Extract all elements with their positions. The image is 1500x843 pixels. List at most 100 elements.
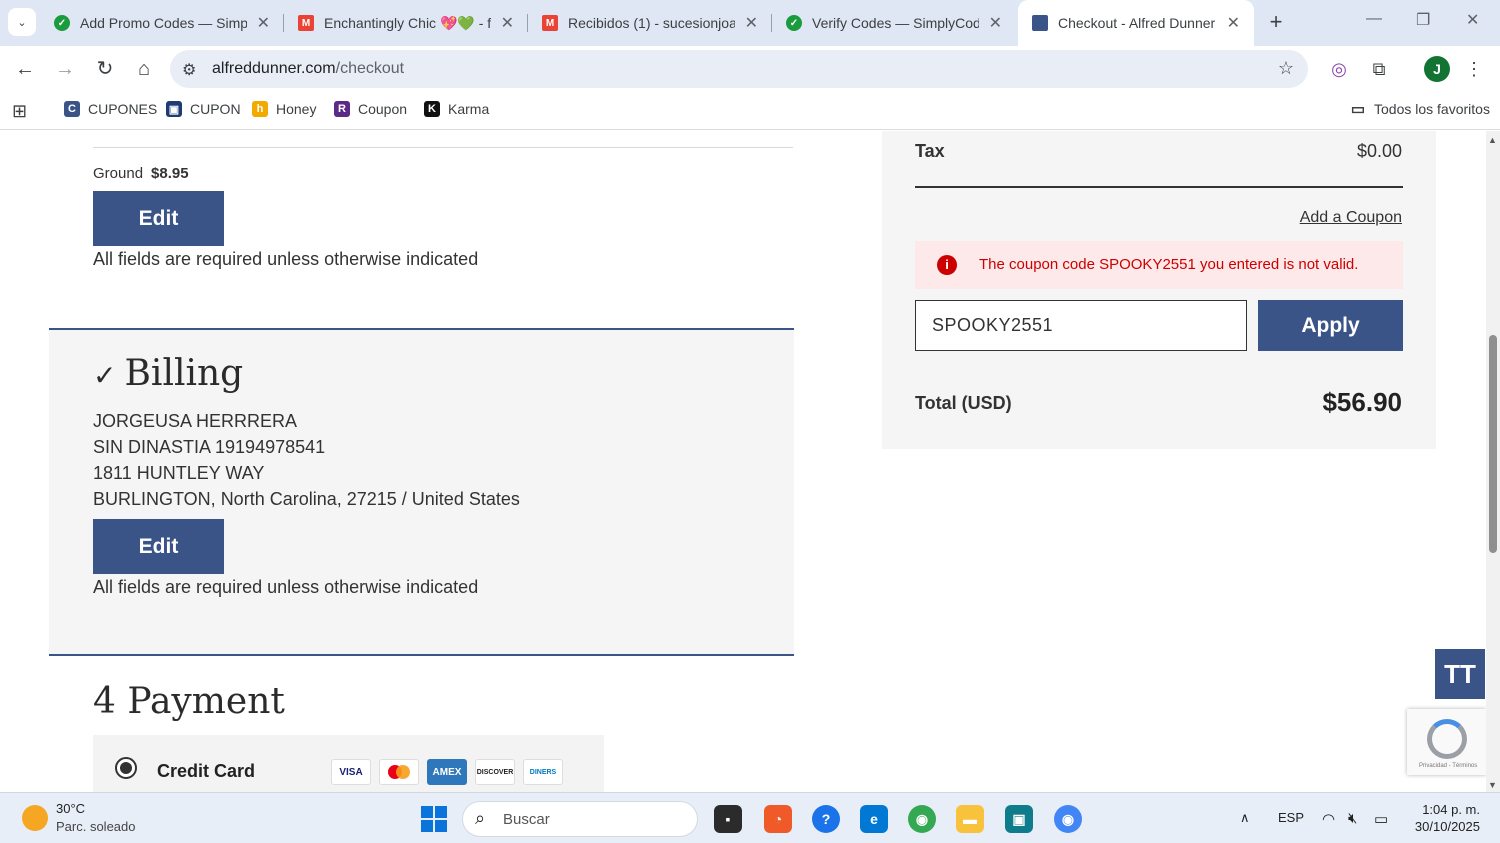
tab-title: Enchantingly Chic 💖💚 - fa [324,14,491,31]
honey-favicon-icon: h [252,101,268,117]
forward-arrow-icon[interactable]: → [52,56,78,82]
site-info-icon[interactable]: ⚙ [182,60,196,80]
tab-title: Recibidos (1) - sucesionjoaq [568,15,735,31]
bookmark-cupones[interactable]: C CUPONES [64,101,157,117]
gmail-favicon-icon: M [542,15,558,31]
close-icon[interactable]: ✕ [501,13,514,33]
shipping-method-name: Ground [93,165,144,182]
address-bar[interactable]: ⚙ alfreddunner.com/checkout ☆ [170,50,1308,88]
apps-grid-icon[interactable]: ⊞ [12,101,27,122]
origin-app-icon[interactable]: ◔ [764,805,792,833]
lock-bag-icon: ▣ [166,101,182,117]
tab-title: Add Promo Codes — Simply [80,15,247,31]
tab-title: Checkout - Alfred Dunner [1058,15,1216,31]
close-icon[interactable]: ✕ [989,13,1002,33]
coupon-r-favicon-icon: R [334,101,350,117]
scroll-down-arrow-icon[interactable]: ▼ [1488,780,1497,790]
bookmark-label: CUPONES [88,101,158,117]
billing-edit-button[interactable]: Edit [93,519,224,574]
apply-coupon-button[interactable]: Apply [1258,300,1403,351]
tax-value: $0.00 [1356,141,1402,161]
all-bookmarks-folder[interactable]: ▭ Todos los favoritos [1350,101,1490,118]
alfred-dunner-favicon-icon [1032,15,1048,31]
clock[interactable]: 1:04 p. m. 30/10/2025 [1408,801,1480,835]
page-scrollbar[interactable]: ▲ ▼ [1486,131,1500,792]
add-coupon-link[interactable]: Add a Coupon [1300,209,1402,227]
weather-temperature[interactable]: 30°C [56,801,85,816]
tray-chevron-up-icon[interactable]: ∧ [1240,810,1250,826]
shipping-edit-button[interactable]: Edit [93,191,224,246]
tab-verify-codes[interactable]: ✓ Verify Codes — SimplyCode ✕ [772,0,1016,46]
url-text[interactable]: alfreddunner.com/checkout [212,60,404,78]
menu-kebab-icon[interactable]: ⋮ [1464,56,1484,82]
home-icon[interactable]: ⌂ [131,56,157,82]
close-icon[interactable]: ✕ [745,13,758,33]
coupon-error-text: The coupon code SPOOKY2551 you entered i… [979,256,1359,273]
bookmark-label: Coupon [358,101,408,117]
credit-card-radio[interactable] [115,757,137,779]
bookmark-label: CUPON [190,101,241,117]
window-close-icon[interactable]: ✕ [1466,10,1479,30]
payment-step-number: 4 [93,681,116,722]
minimize-icon[interactable]: — [1366,10,1382,28]
task-view-icon[interactable]: ▪ [714,805,742,833]
credit-card-option[interactable]: Credit Card VISA AMEX DISCOVER DINERS [93,735,604,792]
chrome-browser-icon[interactable]: ◉ [1054,805,1082,833]
coupon-error-alert: i The coupon code SPOOKY2551 you entered… [915,241,1403,289]
restore-icon[interactable]: ❐ [1416,10,1430,30]
tab-recibidos[interactable]: M Recibidos (1) - sucesionjoaq ✕ [528,0,772,46]
new-tab-plus-icon[interactable]: + [1262,8,1290,36]
remote-desktop-icon[interactable]: ▣ [1005,805,1033,833]
recaptcha-badge[interactable]: Privacidad - Términos [1407,709,1486,775]
weather-sun-icon[interactable] [22,805,48,831]
chrome-profile-icon[interactable]: ◉ [908,805,936,833]
windows-start-icon[interactable] [421,806,447,832]
bookmark-karma[interactable]: K Karma [424,101,489,117]
total-value: $56.90 [1322,387,1402,417]
battery-icon[interactable]: ▭ [1374,810,1388,828]
bookmark-coupon[interactable]: R Coupon [334,101,407,117]
file-explorer-folder-icon[interactable]: ▬ [956,805,984,833]
shipping-required-note: All fields are required unless otherwise… [93,249,479,269]
recaptcha-privacy-terms[interactable]: Privacidad - Términos [1419,763,1477,769]
bookmark-label: Honey [276,101,317,117]
folder-icon: ▭ [1350,101,1366,118]
edge-browser-icon[interactable]: e [860,805,888,833]
browser-toolbar: ← → ↻ ⌂ ⚙ alfreddunner.com/checkout ☆ ◎ … [0,46,1500,92]
all-bookmarks-label: Todos los favoritos [1374,101,1490,117]
mastercard-icon [379,759,419,785]
clock-date: 30/10/2025 [1414,819,1480,834]
back-arrow-icon[interactable]: ← [12,56,38,82]
gmail-favicon-icon: M [298,15,314,31]
text-size-accessibility-icon[interactable]: TT [1435,649,1485,699]
reload-icon[interactable]: ↻ [92,56,118,82]
volume-muted-icon[interactable]: 🔇︎ [1348,810,1357,827]
scroll-up-arrow-icon[interactable]: ▲ [1488,135,1497,145]
extension-assistant-icon[interactable]: ◎ [1326,56,1352,82]
scrollbar-thumb[interactable] [1489,335,1497,553]
bookmark-cupon[interactable]: ▣ CUPON [166,101,241,117]
bookmark-star-icon[interactable]: ☆ [1278,58,1294,79]
profile-avatar-icon[interactable]: J [1424,56,1450,82]
extensions-puzzle-icon[interactable]: ⧉ [1366,56,1392,82]
weather-description[interactable]: Parc. soleado [56,819,136,834]
divider [93,147,793,148]
payment-title-text: Payment [127,681,285,722]
close-icon[interactable]: ✕ [257,13,270,33]
tab-search-chevron-icon[interactable]: ⌄ [8,8,36,36]
wifi-icon[interactable]: ◠ [1322,810,1335,828]
close-icon[interactable]: ✕ [1227,13,1240,33]
language-indicator[interactable]: ESP [1278,810,1304,825]
alert-info-icon: i [937,255,957,275]
help-icon[interactable]: ? [812,805,840,833]
bookmark-honey[interactable]: h Honey [252,101,316,117]
billing-required-note: All fields are required unless otherwise… [93,577,479,597]
tab-strip: ⌄ ✓ Add Promo Codes — Simply ✕ M Enchant… [0,0,1500,46]
tab-checkout-alfred-dunner[interactable]: Checkout - Alfred Dunner ✕ [1018,0,1254,46]
shipping-method: Ground $8.95 [93,165,189,182]
billing-street: 1811 HUNTLEY WAY [93,463,265,483]
taskbar-search[interactable]: ⌕ Buscar [462,801,698,837]
tab-add-promo-codes[interactable]: ✓ Add Promo Codes — Simply ✕ [40,0,284,46]
coupon-code-input[interactable] [915,300,1247,351]
tab-enchantingly-chic[interactable]: M Enchantingly Chic 💖💚 - fa ✕ [284,0,528,46]
